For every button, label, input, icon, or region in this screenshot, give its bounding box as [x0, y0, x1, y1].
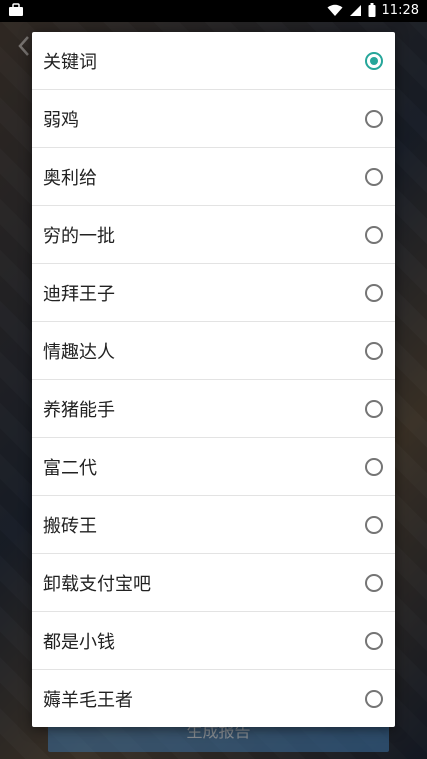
option-label: 弱鸡 [43, 109, 79, 131]
option-row[interactable]: 搬砖王 [32, 496, 395, 554]
radio-unchecked-icon[interactable] [365, 283, 383, 302]
option-label: 奥利给 [43, 167, 97, 189]
signal-icon [349, 2, 362, 21]
radio-unchecked-icon[interactable] [365, 399, 383, 418]
option-row[interactable]: 卸载支付宝吧 [32, 554, 395, 612]
option-label: 情趣达人 [43, 341, 115, 363]
option-row[interactable]: 都是小钱 [32, 612, 395, 670]
radio-unchecked-icon[interactable] [365, 109, 383, 128]
option-row[interactable]: 薅羊毛王者 [32, 670, 395, 727]
option-row[interactable]: 弱鸡 [32, 90, 395, 148]
radio-unchecked-icon[interactable] [365, 690, 383, 708]
battery-icon [368, 2, 376, 21]
radio-unchecked-icon[interactable] [365, 573, 383, 592]
option-row[interactable]: 奥利给 [32, 148, 395, 206]
keyword-select-dialog: 关键词弱鸡奥利给穷的一批迪拜王子情趣达人养猪能手富二代搬砖王卸载支付宝吧 都是小钱… [32, 32, 395, 727]
option-row[interactable]: 情趣达人 [32, 322, 395, 380]
radio-unchecked-icon[interactable] [365, 225, 383, 244]
briefcase-icon [8, 2, 24, 21]
radio-unchecked-icon[interactable] [365, 631, 383, 650]
option-row[interactable]: 穷的一批 [32, 206, 395, 264]
option-label: 富二代 [43, 457, 97, 479]
option-label: 都是小钱 [43, 631, 115, 653]
status-time: 11:28 [381, 3, 419, 18]
options-list: 关键词弱鸡奥利给穷的一批迪拜王子情趣达人养猪能手富二代搬砖王卸载支付宝吧 都是小钱… [32, 32, 395, 727]
option-label: 搬砖王 [43, 515, 97, 537]
option-label: 迪拜王子 [43, 283, 115, 305]
wifi-icon [327, 2, 343, 21]
option-row[interactable]: 关键词 [32, 32, 395, 90]
option-label: 卸载支付宝吧 [43, 573, 151, 595]
option-label: 穷的一批 [43, 225, 115, 247]
radio-unchecked-icon[interactable] [365, 167, 383, 186]
option-label: 薅羊毛王者 [43, 690, 133, 711]
radio-unchecked-icon[interactable] [365, 457, 383, 476]
radio-unchecked-icon[interactable] [365, 341, 383, 360]
option-row[interactable]: 富二代 [32, 438, 395, 496]
option-row[interactable]: 养猪能手 [32, 380, 395, 438]
radio-unchecked-icon[interactable] [365, 515, 383, 534]
back-arrow-icon [16, 34, 32, 58]
option-row[interactable]: 迪拜王子 [32, 264, 395, 322]
option-label: 养猪能手 [43, 399, 115, 421]
option-label: 关键词 [43, 51, 97, 73]
radio-checked-icon[interactable] [365, 51, 383, 70]
status-bar: 11:28 [0, 0, 427, 22]
